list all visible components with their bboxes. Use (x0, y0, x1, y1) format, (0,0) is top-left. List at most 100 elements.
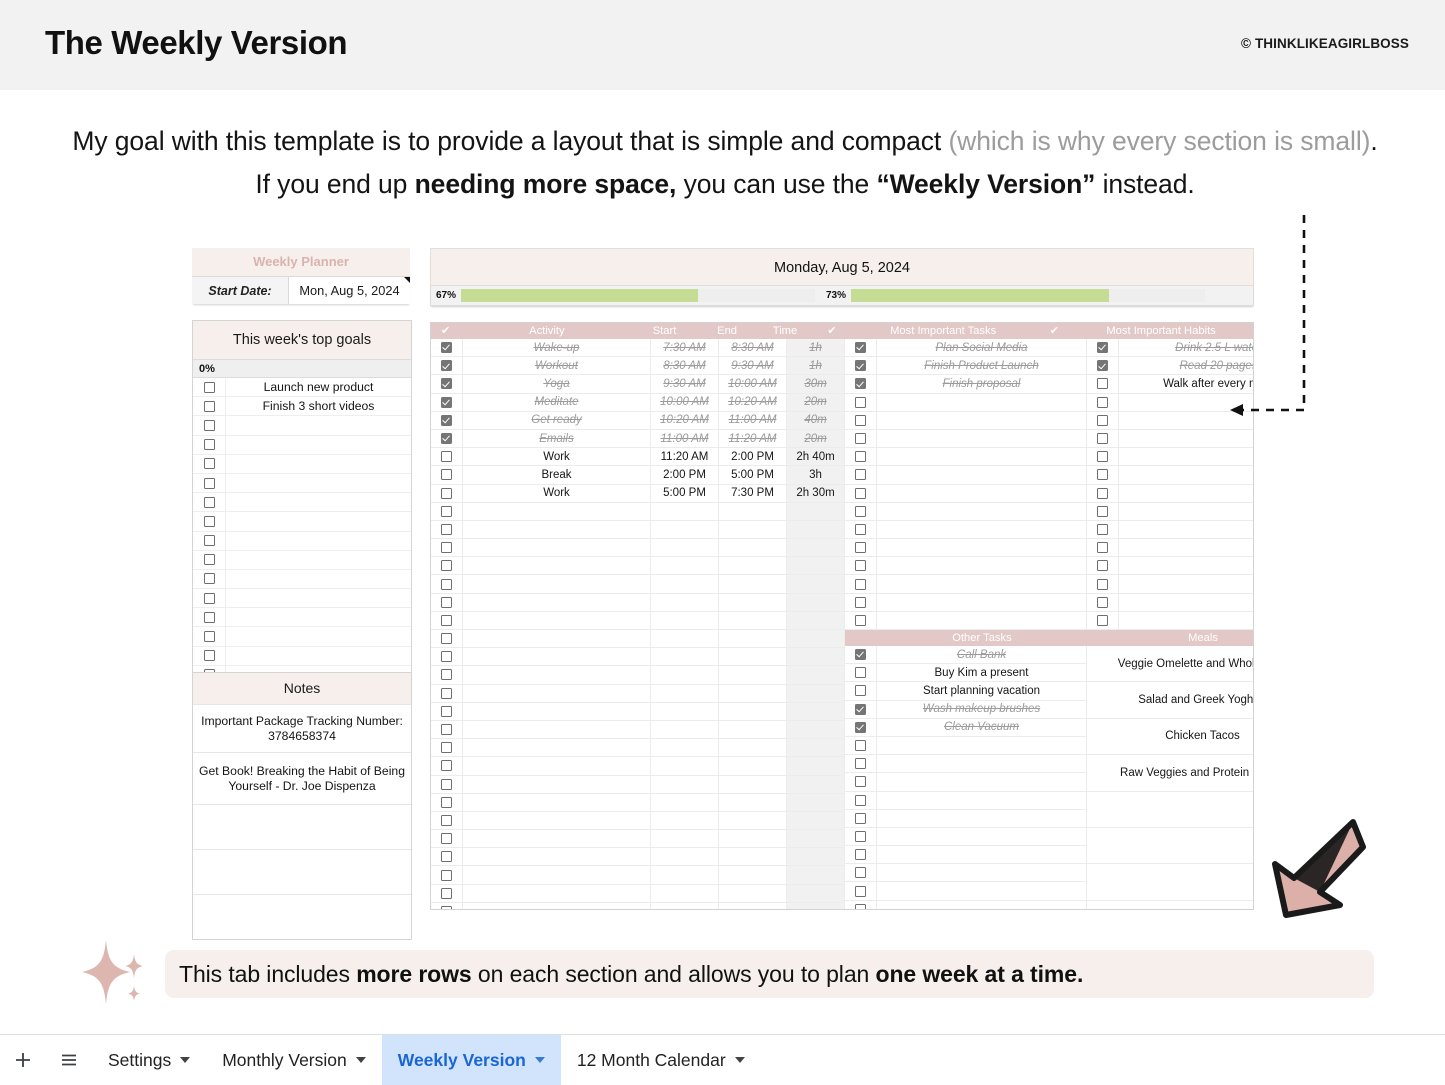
schedule-cell-activity[interactable] (463, 866, 651, 885)
schedule-cell-start[interactable] (651, 684, 719, 703)
schedule-cell-end[interactable]: 2:00 PM (719, 448, 787, 467)
checkbox-unchecked[interactable] (203, 496, 215, 508)
important-task-checkbox-cell[interactable] (845, 611, 877, 630)
meal-cell[interactable]: Raw Veggies and Protein Shake (1087, 755, 1253, 792)
checkbox-unchecked[interactable] (855, 451, 866, 463)
schedule-cell-end[interactable] (719, 520, 787, 540)
checkbox-unchecked[interactable] (203, 419, 215, 431)
schedule-checkbox-cell[interactable] (431, 848, 463, 867)
other-task-text[interactable] (877, 773, 1087, 792)
schedule-checkbox-cell[interactable] (431, 648, 463, 667)
schedule-cell-start[interactable] (651, 775, 719, 794)
important-habit-checkbox-cell[interactable] (1087, 520, 1119, 540)
schedule-cell-activity[interactable] (463, 811, 651, 831)
checkbox-unchecked[interactable] (441, 705, 452, 717)
other-task-checkbox-cell[interactable] (845, 664, 877, 683)
checkbox-unchecked[interactable] (1097, 414, 1108, 426)
schedule-checkbox-cell[interactable] (431, 557, 463, 576)
goal-text[interactable] (226, 551, 411, 569)
schedule-cell-time[interactable] (787, 811, 845, 831)
schedule-cell-end[interactable]: 11:20 AM (719, 429, 787, 449)
important-task-text[interactable] (877, 539, 1087, 558)
other-task-checkbox-cell[interactable] (845, 882, 877, 901)
checkbox-unchecked[interactable] (1097, 578, 1108, 590)
checkbox-unchecked[interactable] (1097, 487, 1108, 499)
important-task-checkbox-cell[interactable] (845, 429, 877, 449)
schedule-cell-activity[interactable] (463, 884, 651, 903)
other-task-checkbox-cell[interactable] (845, 809, 877, 828)
other-task-text[interactable]: Start planning vacation (877, 682, 1087, 701)
important-task-text[interactable]: Finish Product Launch (877, 357, 1087, 376)
schedule-cell-activity[interactable] (463, 557, 651, 576)
checkbox-unchecked[interactable] (855, 614, 866, 626)
important-task-checkbox-cell[interactable] (845, 520, 877, 540)
schedule-cell-start[interactable] (651, 593, 719, 612)
checkbox-unchecked[interactable] (1097, 505, 1108, 517)
checkbox-checked[interactable] (855, 378, 866, 390)
schedule-checkbox-cell[interactable] (431, 357, 463, 376)
other-task-text[interactable] (877, 791, 1087, 810)
checkbox-checked[interactable] (441, 396, 452, 408)
other-task-text[interactable] (877, 864, 1087, 883)
schedule-cell-time[interactable] (787, 866, 845, 885)
schedule-cell-end[interactable]: 7:30 PM (719, 484, 787, 503)
important-task-checkbox-cell[interactable] (845, 375, 877, 394)
other-task-text[interactable] (877, 846, 1087, 865)
checkbox-unchecked[interactable] (441, 814, 452, 826)
schedule-cell-end[interactable] (719, 811, 787, 831)
checkbox-unchecked[interactable] (441, 633, 452, 645)
schedule-cell-activity[interactable] (463, 611, 651, 630)
important-task-text[interactable] (877, 593, 1087, 612)
schedule-checkbox-cell[interactable] (431, 448, 463, 467)
schedule-checkbox-cell[interactable] (431, 520, 463, 540)
other-task-checkbox-cell[interactable] (845, 646, 877, 665)
schedule-cell-time[interactable]: 20m (787, 393, 845, 412)
schedule-cell-end[interactable]: 10:00 AM (719, 375, 787, 394)
schedule-cell-activity[interactable] (463, 739, 651, 758)
other-task-checkbox-cell[interactable] (845, 864, 877, 883)
schedule-cell-time[interactable] (787, 502, 845, 521)
schedule-cell-start[interactable] (651, 611, 719, 630)
schedule-cell-time[interactable]: 30m (787, 375, 845, 394)
schedule-cell-start[interactable] (651, 902, 719, 909)
schedule-cell-start[interactable]: 5:00 PM (651, 484, 719, 503)
note-row[interactable]: Important Package Tracking Number: 37846… (193, 704, 411, 752)
schedule-cell-time[interactable]: 1h (787, 357, 845, 376)
schedule-checkbox-cell[interactable] (431, 339, 463, 358)
schedule-cell-activity[interactable] (463, 648, 651, 667)
checkbox-checked[interactable] (441, 360, 452, 372)
checkbox-unchecked[interactable] (203, 439, 215, 451)
important-task-checkbox-cell[interactable] (845, 357, 877, 376)
important-habit-text[interactable] (1119, 503, 1253, 521)
schedule-cell-time[interactable]: 20m (787, 429, 845, 449)
checkbox-unchecked[interactable] (855, 830, 866, 842)
checkbox-checked[interactable] (441, 433, 452, 445)
schedule-checkbox-cell[interactable] (431, 866, 463, 885)
schedule-cell-time[interactable] (787, 520, 845, 540)
schedule-cell-time[interactable] (787, 775, 845, 794)
schedule-cell-activity[interactable] (463, 539, 651, 558)
schedule-cell-end[interactable]: 11:00 AM (719, 411, 787, 430)
goal-checkbox-cell[interactable] (193, 550, 226, 569)
schedule-cell-activity[interactable] (463, 630, 651, 649)
important-habit-text[interactable] (1119, 594, 1253, 612)
important-habit-text[interactable] (1119, 539, 1253, 558)
important-habit-checkbox-cell[interactable] (1087, 411, 1119, 430)
schedule-cell-end[interactable] (719, 793, 787, 812)
goal-checkbox-cell[interactable] (193, 397, 226, 416)
important-habit-checkbox-cell[interactable] (1087, 557, 1119, 576)
schedule-cell-activity[interactable]: Workout (463, 357, 651, 376)
important-task-text[interactable] (877, 502, 1087, 521)
schedule-cell-end[interactable] (719, 684, 787, 703)
schedule-cell-start[interactable] (651, 557, 719, 576)
all-sheets-button[interactable] (46, 1035, 92, 1085)
important-habit-text[interactable] (1119, 466, 1253, 485)
meal-cell[interactable]: Veggie Omelette and Whole Fruit (1087, 646, 1253, 683)
goal-text[interactable] (226, 436, 411, 454)
chevron-down-icon[interactable] (180, 1057, 191, 1063)
checkbox-unchecked[interactable] (855, 758, 866, 770)
checkbox-unchecked[interactable] (855, 505, 866, 517)
schedule-cell-start[interactable]: 10:20 AM (651, 411, 719, 430)
important-habit-checkbox-cell[interactable] (1087, 339, 1119, 358)
goal-checkbox-cell[interactable] (193, 646, 226, 665)
